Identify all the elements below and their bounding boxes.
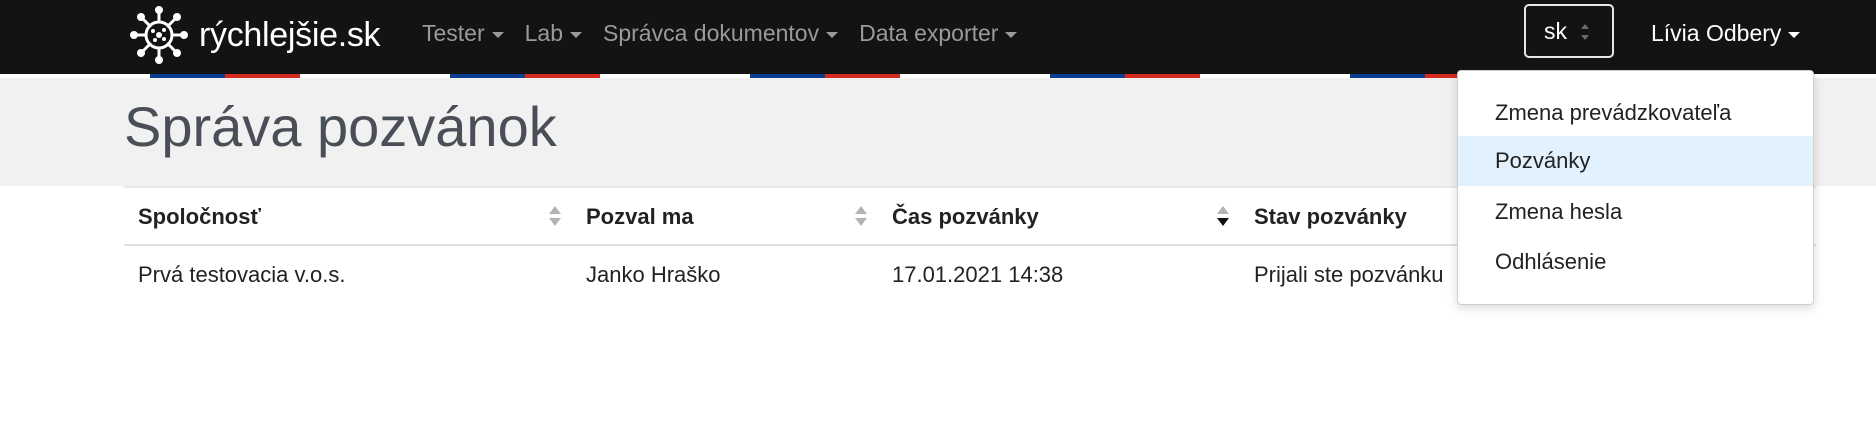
menu-item-change-password[interactable]: Zmena hesla [1458,187,1813,237]
column-header-company[interactable]: Spoločnosť [138,204,261,230]
sort-icon[interactable] [854,205,868,227]
language-select[interactable]: sk [1524,4,1614,58]
page-title: Správa pozvánok [124,95,557,158]
caret-down-icon [1005,31,1018,38]
nav-item-document-manager[interactable]: Správca dokumentov [603,19,839,47]
caret-down-icon [491,31,504,38]
sort-desc-icon[interactable] [1216,205,1230,227]
user-name: Lívia Odbery [1651,19,1782,46]
caret-down-icon [570,31,583,38]
cell-invitation-time: 17.01.2021 14:38 [892,262,1064,287]
select-arrows-icon [1581,24,1589,40]
brand-link[interactable]: rýchlejšie.sk [128,2,381,68]
column-header-invitation-time[interactable]: Čas pozvánky [892,204,1039,230]
main-nav: Tester Lab Správca dokumentov Data expor… [422,0,1038,66]
nav-item-lab[interactable]: Lab [524,19,583,47]
menu-item-change-operator[interactable]: Zmena prevádzkovateľa [1458,88,1813,138]
nav-item-data-exporter[interactable]: Data exporter [859,19,1018,47]
cell-company: Prvá testovacia v.o.s. [138,262,346,287]
user-menu-toggle[interactable]: Lívia Odbery [1651,0,1801,66]
column-header-invitation-status[interactable]: Stav pozvánky [1254,204,1407,230]
caret-down-icon [1788,31,1801,38]
menu-item-logout[interactable]: Odhlásenie [1458,237,1813,287]
user-dropdown-menu: Zmena prevádzkovateľa Pozvánky Zmena hes… [1457,70,1814,305]
virus-logo-icon [130,6,188,64]
cell-invitation-status: Prijali ste pozvánku [1254,262,1444,287]
language-value: sk [1544,17,1567,44]
nav-item-label: Správca dokumentov [603,19,820,46]
column-header-invited-by[interactable]: Pozval ma [586,204,694,230]
nav-item-label: Tester [422,19,485,46]
nav-item-label: Data exporter [859,19,999,46]
brand-name: rýchlejšie.sk [199,15,381,54]
nav-item-tester[interactable]: Tester [422,20,504,47]
menu-item-invitations[interactable]: Pozvánky [1458,136,1813,186]
cell-invited-by: Janko Hraško [586,262,721,287]
nav-item-label: Lab [524,19,564,46]
caret-down-icon [826,31,839,38]
sort-icon[interactable] [548,205,562,227]
